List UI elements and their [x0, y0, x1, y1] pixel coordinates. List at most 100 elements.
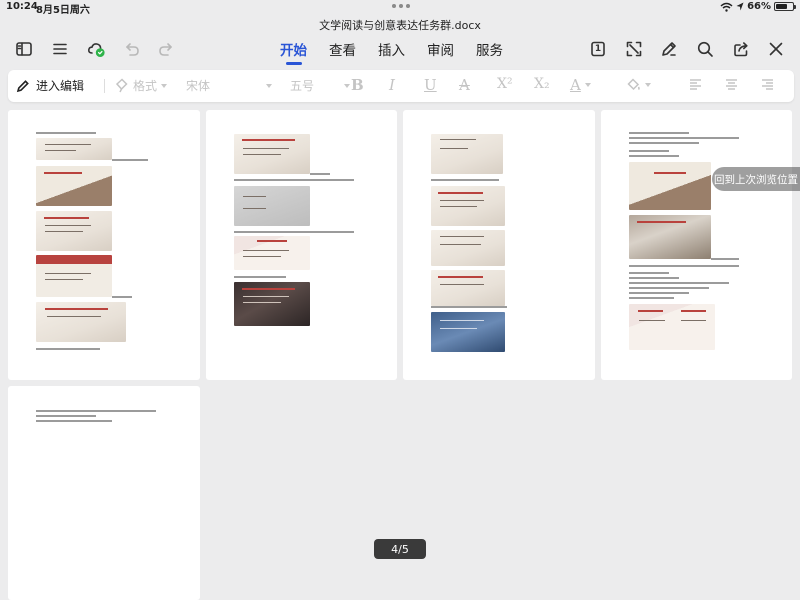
status-time: 10:24	[6, 1, 38, 12]
enter-edit-label: 进入编辑	[36, 79, 85, 93]
page-thumbnail-1[interactable]	[8, 110, 200, 380]
font-color-letter: A	[570, 76, 581, 94]
main-toolbar: 开始 查看 插入 审阅 服务 1	[0, 34, 800, 65]
font-color-button[interactable]: A	[570, 76, 591, 94]
text-line	[36, 132, 96, 134]
style-dropdown[interactable]: 格式	[114, 77, 168, 94]
status-right: 66%	[720, 1, 796, 12]
chevron-down-icon	[584, 83, 591, 87]
chevron-down-icon	[266, 83, 272, 88]
slide-image	[36, 211, 112, 251]
text-line	[629, 272, 669, 274]
pen-icon[interactable]	[659, 39, 679, 59]
highlight-button[interactable]	[626, 77, 651, 92]
text-line	[36, 410, 156, 412]
align-center-icon	[726, 79, 737, 90]
page-counter: 4/5	[374, 539, 426, 559]
font-size-label: 五号	[290, 79, 315, 93]
share-icon[interactable]	[731, 39, 751, 59]
text-line	[629, 287, 709, 289]
align-right-button[interactable]	[760, 77, 775, 92]
text-line	[36, 415, 96, 417]
slide-image	[629, 162, 711, 210]
text-line	[629, 265, 739, 267]
status-bar: 10:24 8月5日周六 66%	[0, 0, 800, 16]
format-toolbar: 进入编辑 格式 宋体 五号 B I U A X² X₂ A	[8, 70, 794, 102]
slide-image	[431, 270, 505, 306]
tab-review[interactable]: 审阅	[427, 39, 454, 63]
wifi-icon	[720, 2, 733, 12]
slide-image	[629, 215, 711, 259]
page-count-value: 1	[594, 44, 602, 54]
font-label: 宋体	[186, 79, 211, 93]
undo-icon[interactable]	[122, 39, 142, 59]
multitask-dots-icon[interactable]	[392, 4, 410, 8]
sidebar-icon[interactable]	[14, 39, 34, 59]
tab-start[interactable]: 开始	[280, 39, 307, 65]
superscript-button[interactable]: X²	[497, 76, 513, 92]
slide-image	[234, 134, 310, 174]
cloud-sync-icon[interactable]	[86, 39, 106, 59]
text-line	[629, 155, 679, 157]
status-date: 8月5日周六	[36, 5, 90, 16]
text-line	[629, 297, 674, 299]
font-dropdown[interactable]: 宋体	[186, 77, 272, 94]
text-line	[310, 173, 330, 175]
text-line	[629, 132, 689, 134]
text-line	[629, 277, 679, 279]
chevron-down-icon	[344, 83, 350, 88]
text-line	[112, 159, 148, 161]
text-line	[711, 258, 739, 260]
close-icon[interactable]	[766, 39, 786, 59]
align-center-button[interactable]	[724, 77, 739, 92]
enter-edit-button[interactable]: 进入编辑	[16, 77, 84, 94]
text-line	[36, 348, 100, 350]
bold-button[interactable]: B	[351, 76, 364, 94]
slide-image	[36, 255, 112, 297]
menu-icon[interactable]	[50, 39, 70, 59]
slide-image	[234, 186, 310, 226]
font-size-dropdown[interactable]: 五号	[290, 77, 350, 94]
tab-service[interactable]: 服务	[476, 39, 503, 63]
toolbar-divider	[104, 79, 105, 93]
chevron-down-icon	[645, 82, 651, 87]
tab-insert[interactable]: 插入	[378, 39, 405, 63]
style-label: 格式	[133, 79, 158, 93]
page-thumbnail-4[interactable]	[601, 110, 792, 380]
text-line	[629, 292, 689, 294]
slide-image	[36, 166, 112, 206]
page-thumbnail-2[interactable]	[206, 110, 397, 380]
slide-image	[629, 304, 715, 350]
slide-image	[431, 134, 503, 174]
paint-bucket-icon	[627, 78, 640, 91]
battery-icon	[774, 2, 796, 11]
slide-image	[431, 312, 505, 352]
back-to-last-position-button[interactable]: 回到上次浏览位置	[712, 167, 800, 191]
slide-image	[431, 186, 505, 226]
page-thumbnail-5[interactable]	[8, 386, 200, 600]
slide-image	[36, 138, 112, 160]
text-line	[629, 150, 669, 152]
redo-icon[interactable]	[156, 39, 176, 59]
slide-image	[431, 230, 505, 266]
page-thumbnail-3[interactable]	[403, 110, 595, 380]
search-icon[interactable]	[695, 39, 715, 59]
format-brush-icon	[115, 78, 128, 93]
chevron-down-icon	[161, 83, 168, 88]
text-line	[431, 306, 507, 308]
subscript-button[interactable]: X₂	[534, 76, 550, 92]
align-left-icon	[690, 79, 701, 90]
slide-image	[234, 236, 310, 270]
underline-button[interactable]: U	[424, 76, 437, 94]
fullscreen-icon[interactable]	[624, 39, 644, 59]
page-count-icon[interactable]: 1	[588, 39, 608, 59]
strikethrough-button[interactable]: A	[459, 76, 470, 94]
location-icon	[736, 2, 744, 11]
align-left-button[interactable]	[688, 77, 703, 92]
tab-view[interactable]: 查看	[329, 39, 356, 63]
italic-button[interactable]: I	[389, 76, 395, 94]
battery-percent: 66%	[747, 1, 771, 12]
text-line	[234, 179, 354, 181]
document-title: 文学阅读与创意表达任务群.docx	[319, 19, 481, 32]
text-line	[36, 420, 112, 422]
